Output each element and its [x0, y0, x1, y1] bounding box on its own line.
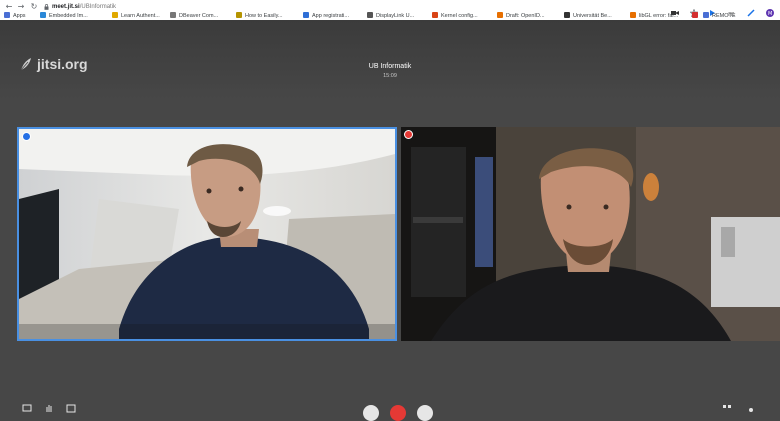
bookmark-favicon-icon	[4, 12, 10, 18]
room-title: UB Informatik	[368, 63, 412, 70]
bookmark-favicon-icon	[564, 12, 570, 18]
bookmark-favicon-icon	[170, 12, 176, 18]
meeting-header: jitsi.org UB Informatik 15:09	[0, 20, 780, 100]
address-bar[interactable]: meet.jit.si/UBInformatik	[52, 2, 116, 12]
tile-view-icon[interactable]	[722, 403, 732, 413]
bookmark-favicon-icon	[692, 12, 698, 18]
reload-icon[interactable]: ↻	[29, 2, 39, 12]
bookmark-label: libGL error: fai...	[639, 13, 679, 19]
browser-extensions: m M	[665, 2, 774, 17]
more-icon[interactable]	[746, 403, 756, 413]
bookmark-label: REMOTE	[712, 13, 736, 19]
bookmark-favicon-icon	[112, 12, 118, 18]
bookmark-favicon-icon	[40, 12, 46, 18]
back-icon[interactable]: ←	[4, 2, 14, 12]
bookmark-label: Apps	[13, 13, 26, 19]
bookmark-label: DBeaver Com...	[179, 13, 219, 19]
bookmark-favicon-icon	[703, 12, 709, 18]
bookmark-favicon-icon	[236, 12, 242, 18]
chat-icon[interactable]	[22, 403, 32, 413]
bookmark-favicon-icon	[630, 12, 636, 18]
video-tile-local[interactable]	[17, 127, 397, 341]
hangup-button[interactable]	[390, 405, 406, 421]
dominant-speaker-indicator	[22, 132, 31, 141]
bookmark-label: App registrati...	[312, 13, 349, 19]
bookmark-label: Universität Be...	[573, 13, 612, 19]
browser-chrome: ← → ↻ meet.jit.si/UBInformatik m M Apps E…	[0, 0, 780, 20]
bookmark-label: DisplayLink U...	[376, 13, 415, 19]
participants-icon[interactable]	[66, 403, 76, 413]
bookmark-label: Embedded Im...	[49, 13, 88, 19]
raise-hand-icon[interactable]	[44, 403, 54, 413]
microphone-button[interactable]	[363, 405, 379, 421]
bookmark-favicon-icon	[303, 12, 309, 18]
local-video-feed	[19, 129, 395, 339]
bookmark-favicon-icon	[432, 12, 438, 18]
meeting-toolbar	[0, 400, 780, 421]
lock-icon	[44, 4, 49, 10]
video-tile-remote[interactable]	[401, 127, 780, 341]
muted-indicator	[404, 130, 413, 139]
url-path: /UBInformatik	[79, 4, 117, 10]
url-host: meet.jit.si	[52, 4, 80, 10]
bookmark-label: Kernel config...	[441, 13, 478, 19]
call-timer: 15:09	[383, 73, 397, 79]
bookmark-favicon-icon	[367, 12, 373, 18]
bookmark-label: Learn Authent...	[121, 13, 160, 19]
remote-video-feed	[401, 127, 780, 341]
forward-icon[interactable]: →	[16, 2, 26, 12]
bookmark-label: How to Easily...	[245, 13, 283, 19]
bookmark-favicon-icon	[497, 12, 503, 18]
camera-button[interactable]	[417, 405, 433, 421]
bookmark-label: Draft: OpenID...	[506, 13, 545, 19]
browser-nav-row: ← → ↻ meet.jit.si/UBInformatik m M	[0, 2, 780, 17]
